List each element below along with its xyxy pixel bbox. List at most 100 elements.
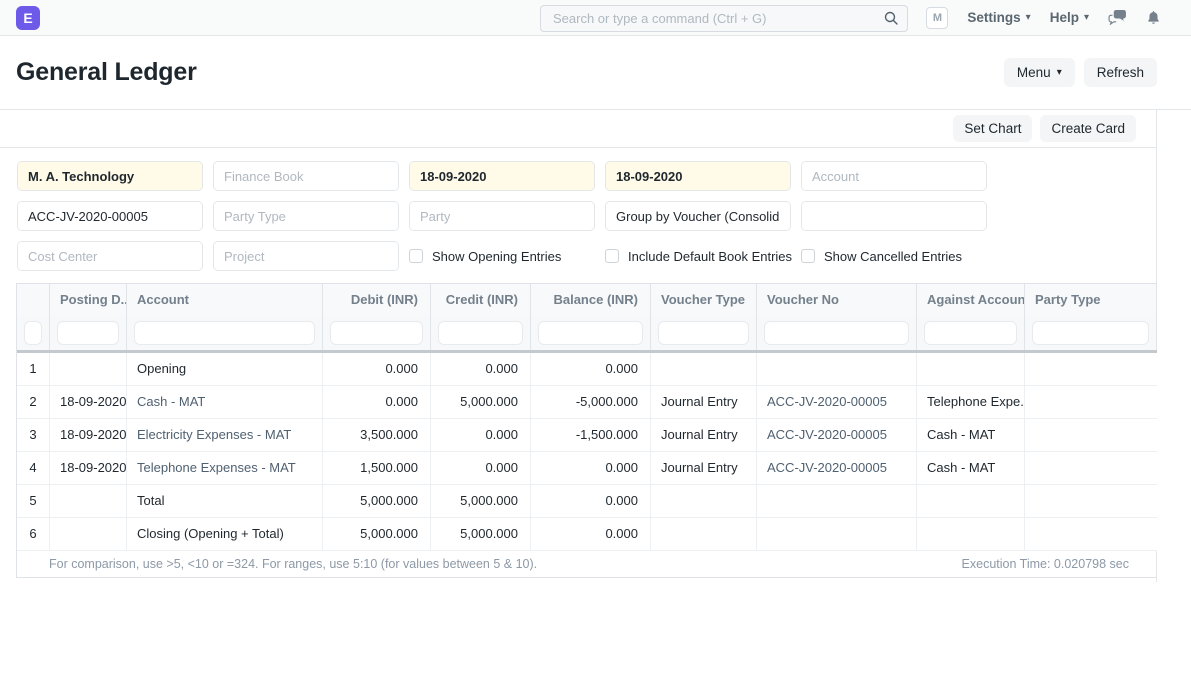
cell-idx[interactable]: 1 xyxy=(17,353,50,385)
notifications-bell-icon[interactable] xyxy=(1146,10,1161,25)
column-filter-input-debit[interactable] xyxy=(330,321,423,345)
cell-account[interactable]: Closing (Opening + Total) xyxy=(127,518,323,550)
cell-debit[interactable]: 3,500.000 xyxy=(323,419,431,451)
cell-balance[interactable]: 0.000 xyxy=(531,353,651,385)
cell-party_type[interactable] xyxy=(1025,452,1157,484)
show-opening-entries-checkbox[interactable] xyxy=(409,249,423,263)
cell-debit[interactable]: 1,500.000 xyxy=(323,452,431,484)
cell-account[interactable]: Cash - MAT xyxy=(127,386,323,418)
cell-voucher_type[interactable]: Journal Entry xyxy=(651,452,757,484)
cell-idx[interactable]: 3 xyxy=(17,419,50,451)
column-header-balance[interactable]: Balance (INR) xyxy=(531,284,651,316)
app-logo[interactable]: E xyxy=(16,6,40,30)
cell-idx[interactable]: 6 xyxy=(17,518,50,550)
column-header-against_account[interactable]: Against Account xyxy=(917,284,1025,316)
cell-voucher_no[interactable]: ACC-JV-2020-00005 xyxy=(757,419,917,451)
cell-balance[interactable]: -1,500.000 xyxy=(531,419,651,451)
cell-balance[interactable]: 0.000 xyxy=(531,518,651,550)
column-filter-input-party_type[interactable] xyxy=(1032,321,1149,345)
account-filter[interactable] xyxy=(801,161,987,191)
set-chart-button[interactable]: Set Chart xyxy=(953,115,1032,142)
cell-posting_date[interactable] xyxy=(50,518,127,550)
cell-against_account[interactable] xyxy=(917,518,1025,550)
column-header-posting_date[interactable]: Posting D... xyxy=(50,284,127,316)
cell-against_account[interactable]: Cash - MAT xyxy=(917,419,1025,451)
cell-voucher_type[interactable] xyxy=(651,518,757,550)
cell-party_type[interactable] xyxy=(1025,386,1157,418)
cell-balance[interactable]: -5,000.000 xyxy=(531,386,651,418)
cell-voucher_no[interactable] xyxy=(757,353,917,385)
help-menu[interactable]: Help ▾ xyxy=(1050,10,1089,25)
cell-party_type[interactable] xyxy=(1025,419,1157,451)
include-default-book-entries-checkbox[interactable] xyxy=(605,249,619,263)
cell-voucher_type[interactable]: Journal Entry xyxy=(651,386,757,418)
column-filter-input-credit[interactable] xyxy=(438,321,523,345)
column-filter-input-idx[interactable] xyxy=(24,321,42,345)
column-filter-input-against_account[interactable] xyxy=(924,321,1017,345)
column-filter-input-posting_date[interactable] xyxy=(57,321,119,345)
column-header-credit[interactable]: Credit (INR) xyxy=(431,284,531,316)
cell-posting_date[interactable] xyxy=(50,485,127,517)
cell-idx[interactable]: 4 xyxy=(17,452,50,484)
settings-menu[interactable]: Settings ▾ xyxy=(967,10,1030,25)
refresh-button[interactable]: Refresh xyxy=(1084,58,1157,87)
cell-voucher_type[interactable] xyxy=(651,353,757,385)
column-filter-input-balance[interactable] xyxy=(538,321,643,345)
voucher-no-filter[interactable] xyxy=(17,201,203,231)
cell-voucher_no[interactable] xyxy=(757,518,917,550)
finance-book-filter[interactable] xyxy=(213,161,399,191)
create-card-button[interactable]: Create Card xyxy=(1040,115,1136,142)
cell-voucher_type[interactable]: Journal Entry xyxy=(651,419,757,451)
chat-icon[interactable] xyxy=(1108,10,1127,25)
cell-voucher_no[interactable] xyxy=(757,485,917,517)
cell-account[interactable]: Total xyxy=(127,485,323,517)
cell-account[interactable]: Telephone Expenses - MAT xyxy=(127,452,323,484)
column-filter-input-voucher_no[interactable] xyxy=(764,321,909,345)
group-by-select[interactable] xyxy=(605,201,791,231)
cell-debit[interactable]: 5,000.000 xyxy=(323,518,431,550)
column-filter-input-voucher_type[interactable] xyxy=(658,321,749,345)
cell-against_account[interactable]: Cash - MAT xyxy=(917,452,1025,484)
cell-account[interactable]: Electricity Expenses - MAT xyxy=(127,419,323,451)
column-filter-input-account[interactable] xyxy=(134,321,315,345)
column-header-account[interactable]: Account xyxy=(127,284,323,316)
cell-credit[interactable]: 5,000.000 xyxy=(431,518,531,550)
cell-against_account[interactable]: Telephone Expe... xyxy=(917,386,1025,418)
cell-posting_date[interactable] xyxy=(50,353,127,385)
to-date-filter[interactable] xyxy=(605,161,791,191)
cell-balance[interactable]: 0.000 xyxy=(531,485,651,517)
cell-party_type[interactable] xyxy=(1025,353,1157,385)
party-type-filter[interactable] xyxy=(213,201,399,231)
cell-debit[interactable]: 5,000.000 xyxy=(323,485,431,517)
show-cancelled-entries-checkbox[interactable] xyxy=(801,249,815,263)
party-filter[interactable] xyxy=(409,201,595,231)
cell-posting_date[interactable]: 18-09-2020 xyxy=(50,419,127,451)
column-header-idx[interactable] xyxy=(17,284,50,316)
cell-idx[interactable]: 5 xyxy=(17,485,50,517)
menu-button[interactable]: Menu ▾ xyxy=(1004,58,1075,87)
cell-against_account[interactable] xyxy=(917,485,1025,517)
cell-credit[interactable]: 0.000 xyxy=(431,419,531,451)
company-filter[interactable] xyxy=(17,161,203,191)
user-avatar[interactable]: M xyxy=(926,7,948,29)
cell-credit[interactable]: 5,000.000 xyxy=(431,485,531,517)
cell-voucher_type[interactable] xyxy=(651,485,757,517)
cell-credit[interactable]: 5,000.000 xyxy=(431,386,531,418)
cell-party_type[interactable] xyxy=(1025,485,1157,517)
cell-posting_date[interactable]: 18-09-2020 xyxy=(50,386,127,418)
column-header-debit[interactable]: Debit (INR) xyxy=(323,284,431,316)
cell-credit[interactable]: 0.000 xyxy=(431,452,531,484)
column-header-party_type[interactable]: Party Type xyxy=(1025,284,1157,316)
search-input[interactable] xyxy=(540,5,908,32)
empty-filter[interactable] xyxy=(801,201,987,231)
cell-against_account[interactable] xyxy=(917,353,1025,385)
cell-debit[interactable]: 0.000 xyxy=(323,353,431,385)
cost-center-filter[interactable] xyxy=(17,241,203,271)
cell-voucher_no[interactable]: ACC-JV-2020-00005 xyxy=(757,386,917,418)
cell-idx[interactable]: 2 xyxy=(17,386,50,418)
cell-balance[interactable]: 0.000 xyxy=(531,452,651,484)
cell-account[interactable]: Opening xyxy=(127,353,323,385)
column-header-voucher_no[interactable]: Voucher No xyxy=(757,284,917,316)
cell-party_type[interactable] xyxy=(1025,518,1157,550)
cell-credit[interactable]: 0.000 xyxy=(431,353,531,385)
